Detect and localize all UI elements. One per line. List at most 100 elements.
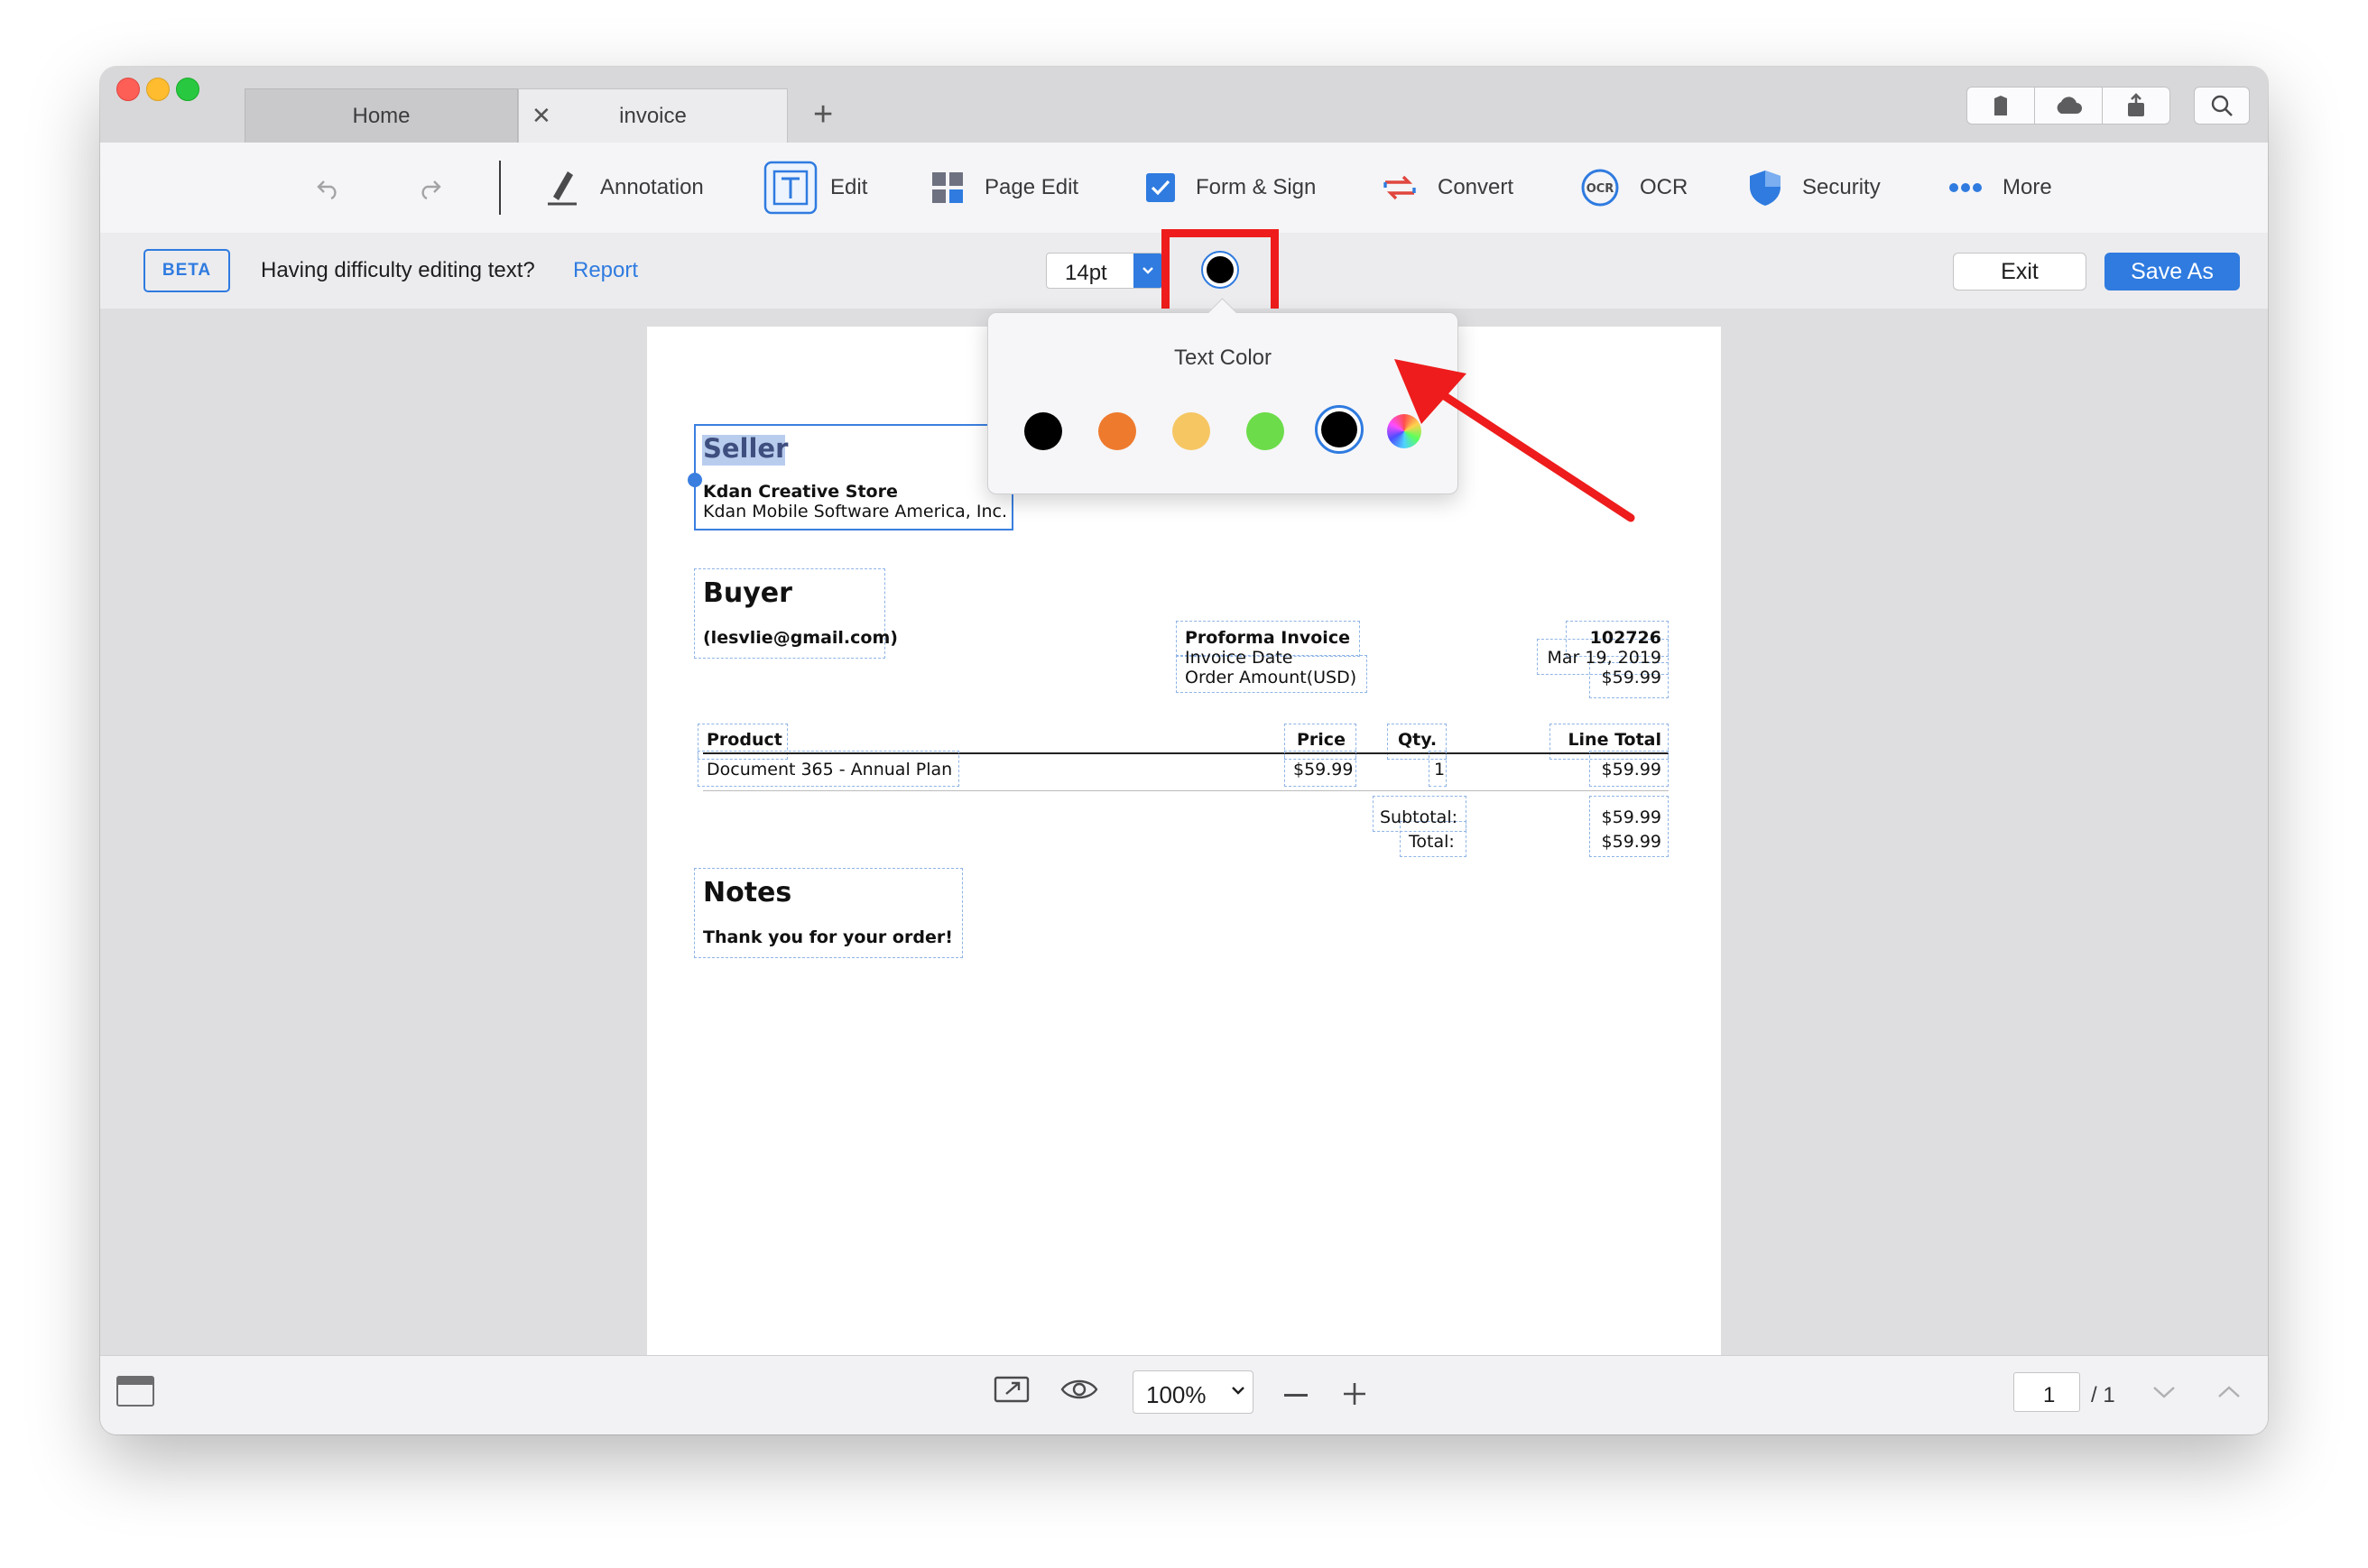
eye-icon bbox=[1060, 1379, 1098, 1399]
column-price[interactable]: Price bbox=[1297, 730, 1346, 750]
font-size-value: 14pt bbox=[1065, 261, 1107, 285]
share-button[interactable] bbox=[2103, 88, 2169, 124]
tab-home[interactable]: Home bbox=[245, 88, 518, 143]
app-window: Home ✕ invoice + Annotation Edit Page Ed… bbox=[100, 67, 2268, 1434]
chevron-down-icon bbox=[1231, 1384, 1245, 1400]
tab-security[interactable]: Security bbox=[1748, 143, 1881, 233]
close-icon[interactable]: ✕ bbox=[532, 102, 551, 130]
subtotal-label[interactable]: Subtotal: bbox=[1380, 807, 1457, 827]
convert-arrows-icon bbox=[1382, 171, 1418, 204]
tab-edit[interactable]: Edit bbox=[763, 143, 867, 233]
color-swatch-black[interactable] bbox=[1024, 412, 1062, 450]
zoom-select[interactable]: 100% bbox=[1133, 1370, 1253, 1414]
undo-button[interactable] bbox=[315, 143, 342, 233]
column-product[interactable]: Product bbox=[707, 730, 782, 750]
save-as-button[interactable]: Save As bbox=[2104, 253, 2240, 291]
notes-text[interactable]: Thank you for your order! bbox=[703, 927, 953, 947]
seller-name[interactable]: Kdan Creative Store bbox=[703, 482, 898, 502]
zoom-in-button[interactable] bbox=[1342, 1381, 1367, 1407]
beta-badge: BETA bbox=[143, 249, 230, 292]
order-amount-label[interactable]: Order Amount(USD) bbox=[1185, 668, 1356, 687]
buyer-email[interactable]: (lesvlie@gmail.com) bbox=[703, 628, 898, 648]
row-product[interactable]: Document 365 - Annual Plan bbox=[707, 760, 952, 779]
plus-icon: + bbox=[813, 96, 834, 134]
chevron-up-icon bbox=[2218, 1386, 2240, 1397]
status-bar: 100% 1 / 1 bbox=[100, 1355, 2268, 1434]
cloud-actions-group bbox=[1966, 87, 2170, 125]
title-bar: Home ✕ invoice + bbox=[100, 67, 2268, 143]
tab-more[interactable]: More bbox=[1948, 143, 2052, 233]
tab-page-edit[interactable]: Page Edit bbox=[930, 143, 1078, 233]
search-button[interactable] bbox=[2194, 87, 2250, 125]
callout-arrow bbox=[1394, 359, 1635, 522]
seller-company[interactable]: Kdan Mobile Software America, Inc. bbox=[703, 502, 1007, 521]
page-total: / 1 bbox=[2091, 1383, 2115, 1407]
tab-annotation[interactable]: Annotation bbox=[544, 143, 704, 233]
proforma-label[interactable]: Proforma Invoice bbox=[1185, 628, 1350, 648]
zoom-window-button[interactable] bbox=[176, 78, 199, 101]
search-icon bbox=[2211, 95, 2233, 116]
seller-heading[interactable]: Seller bbox=[703, 433, 788, 464]
row-line-total[interactable]: $59.99 bbox=[1602, 760, 1661, 779]
more-label: More bbox=[2003, 175, 2052, 199]
redo-icon bbox=[421, 180, 441, 199]
order-amount[interactable]: $59.99 bbox=[1602, 668, 1661, 687]
font-size-select[interactable]: 14pt bbox=[1046, 253, 1163, 289]
page-edit-label: Page Edit bbox=[985, 175, 1079, 199]
svg-text:OCR: OCR bbox=[1586, 182, 1614, 196]
bookmark-icon bbox=[1994, 96, 2007, 115]
chevron-down-icon bbox=[1133, 254, 1162, 288]
tab-form-sign[interactable]: Form & Sign bbox=[1145, 143, 1316, 233]
edit-help-message: Having difficulty editing text? bbox=[261, 258, 535, 282]
plus-icon bbox=[1344, 1383, 1365, 1405]
edit-label: Edit bbox=[830, 175, 868, 199]
cloud-button[interactable] bbox=[2035, 88, 2103, 124]
minimize-window-button[interactable] bbox=[146, 78, 170, 101]
more-dots-icon bbox=[1948, 182, 1983, 193]
buyer-heading[interactable]: Buyer bbox=[703, 577, 792, 609]
color-swatch-selected[interactable] bbox=[1315, 405, 1364, 454]
invoice-date-label[interactable]: Invoice Date bbox=[1185, 648, 1292, 668]
bookmark-button[interactable] bbox=[1967, 88, 2035, 124]
fit-page-button[interactable] bbox=[994, 1374, 1030, 1409]
color-swatch-green[interactable] bbox=[1246, 412, 1284, 450]
undo-icon bbox=[317, 180, 337, 199]
next-page-button[interactable] bbox=[2152, 1385, 2176, 1404]
tab-ocr[interactable]: OCR OCR bbox=[1580, 143, 1688, 233]
invoice-date[interactable]: Mar 19, 2019 bbox=[1548, 648, 1662, 668]
annotation-pen-icon bbox=[544, 168, 580, 208]
previous-page-button[interactable] bbox=[2217, 1385, 2241, 1404]
page-current: 1 bbox=[2043, 1383, 2056, 1407]
total-label[interactable]: Total: bbox=[1409, 832, 1455, 852]
notes-heading[interactable]: Notes bbox=[703, 877, 791, 909]
color-swatch-yellow[interactable] bbox=[1172, 412, 1210, 450]
exit-button[interactable]: Exit bbox=[1953, 253, 2086, 291]
redo-button[interactable] bbox=[416, 143, 443, 233]
tab-invoice[interactable]: ✕ invoice bbox=[518, 88, 788, 143]
tab-convert[interactable]: Convert bbox=[1382, 143, 1513, 233]
subtotal-value[interactable]: $59.99 bbox=[1602, 807, 1661, 827]
close-window-button[interactable] bbox=[116, 78, 140, 101]
selected-color-dot bbox=[1321, 411, 1357, 447]
view-mode-button[interactable] bbox=[1060, 1376, 1098, 1407]
total-value[interactable]: $59.99 bbox=[1602, 832, 1661, 852]
resize-handle[interactable] bbox=[688, 473, 702, 487]
color-swatch-orange[interactable] bbox=[1098, 412, 1136, 450]
page-number-input[interactable]: 1 bbox=[2013, 1372, 2080, 1412]
form-checkbox-icon bbox=[1145, 172, 1176, 203]
invoice-number[interactable]: 102726 bbox=[1590, 628, 1661, 648]
row-price[interactable]: $59.99 bbox=[1293, 760, 1353, 779]
column-line-total[interactable]: Line Total bbox=[1568, 730, 1661, 750]
new-tab-button[interactable]: + bbox=[813, 97, 833, 132]
chevron-down-icon bbox=[2153, 1387, 2175, 1398]
fit-page-icon bbox=[994, 1376, 1030, 1403]
report-link[interactable]: Report bbox=[573, 258, 638, 283]
column-qty[interactable]: Qty. bbox=[1398, 730, 1437, 750]
page-edit-grid-icon bbox=[930, 171, 965, 205]
edit-text-icon bbox=[763, 161, 818, 215]
main-toolbar: Annotation Edit Page Edit Form & Sign Co bbox=[100, 143, 2268, 234]
sidebar-panel-icon[interactable] bbox=[116, 1376, 154, 1407]
row-qty[interactable]: 1 bbox=[1434, 760, 1445, 779]
cloud-icon bbox=[2057, 97, 2082, 114]
zoom-out-button[interactable] bbox=[1284, 1394, 1308, 1397]
